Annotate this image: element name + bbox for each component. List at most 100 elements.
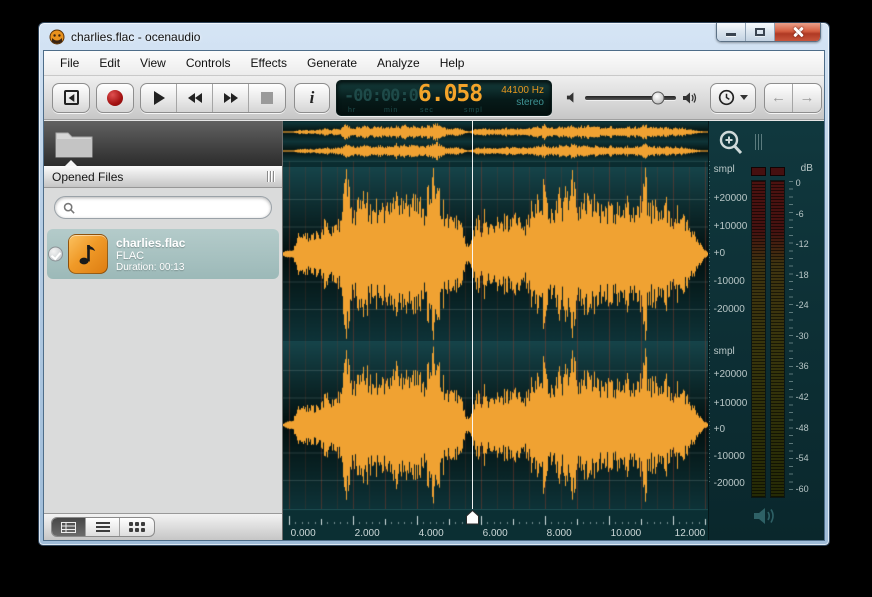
app-client-area: File Edit View Controls Effects Generate…	[43, 50, 825, 541]
nav-forward-button[interactable]: →	[793, 84, 821, 112]
view-list-button[interactable]	[86, 518, 120, 536]
scale-tick-line	[709, 161, 710, 485]
menu-file[interactable]: File	[50, 52, 89, 74]
db-value: -36	[796, 361, 809, 371]
search-row	[44, 188, 282, 225]
time-tick-label: 10.000	[611, 528, 642, 539]
play-icon	[154, 91, 165, 105]
view-details-button[interactable]	[52, 518, 86, 536]
play-button[interactable]	[141, 84, 177, 112]
scale-value: +20000	[714, 369, 748, 380]
scale-value: +0	[714, 424, 725, 435]
zoom-in-icon[interactable]	[717, 129, 745, 157]
menu-help[interactable]: Help	[430, 52, 475, 74]
window-title: charlies.flac - ocenaudio	[71, 30, 200, 44]
time-display: -00:00:0 6.058 44100 Hz stereo hr min se…	[336, 80, 552, 116]
menu-generate[interactable]: Generate	[297, 52, 367, 74]
scale-value: +20000	[714, 193, 748, 204]
grid-view-icon	[129, 522, 145, 532]
time-value: 6.058	[418, 84, 482, 105]
waveform-area: 0.000 2.000 4.000 6.000 8.000 10.000 12.…	[283, 121, 708, 540]
info-icon: i	[310, 88, 315, 108]
menu-analyze[interactable]: Analyze	[367, 52, 430, 74]
time-format-dropdown[interactable]	[710, 83, 756, 113]
maximize-icon	[755, 28, 765, 36]
record-button[interactable]	[96, 83, 134, 113]
history-nav-group: ← →	[764, 83, 822, 113]
scale-meter-panel: smpl +20000 +10000 +0 -10000 -20000 smpl…	[708, 121, 824, 540]
time-dim-digits: -00:00:0	[344, 86, 418, 106]
panel-grip-icon[interactable]	[267, 171, 274, 182]
time-tick-label: 6.000	[483, 528, 508, 539]
scale-value: -20000	[714, 478, 745, 489]
sidebar-header	[44, 121, 282, 166]
go-to-start-icon	[64, 90, 79, 105]
file-list-item[interactable]: charlies.flac FLAC Duration: 00:13	[47, 229, 279, 279]
maximize-button[interactable]	[746, 23, 775, 41]
record-icon	[107, 90, 123, 106]
volume-high-icon	[682, 91, 698, 105]
file-duration: Duration: 00:13	[116, 262, 185, 273]
db-value: -48	[796, 423, 809, 433]
waveform-channel-right[interactable]	[283, 341, 708, 509]
time-tick-label: 8.000	[547, 528, 572, 539]
db-value: -60	[796, 484, 809, 494]
playhead-marker[interactable]	[466, 510, 479, 525]
level-meter-peak-left	[751, 167, 766, 176]
waveform-channel-left[interactable]	[283, 167, 708, 341]
scale-value: -20000	[714, 304, 745, 315]
channel-mode: stereo	[516, 97, 544, 108]
volume-slider-knob[interactable]	[651, 91, 664, 104]
menu-view[interactable]: View	[130, 52, 176, 74]
scale-value: +10000	[714, 398, 748, 409]
folder-icon	[54, 127, 94, 159]
file-name: charlies.flac	[116, 236, 185, 250]
search-icon	[63, 202, 75, 214]
sample-rate: 44100 Hz	[501, 85, 544, 96]
sidebar-footer	[44, 513, 282, 540]
playhead-cursor[interactable]	[472, 121, 473, 509]
minimize-button[interactable]	[717, 23, 746, 41]
panel-title: Opened Files	[52, 170, 123, 184]
titlebar[interactable]: charlies.flac - ocenaudio	[39, 23, 829, 50]
search-box[interactable]	[54, 196, 272, 219]
panel-pointer	[65, 160, 77, 166]
db-value: -30	[796, 331, 809, 341]
fast-forward-icon	[224, 93, 231, 103]
panel-splitter-grip[interactable]	[755, 134, 762, 150]
db-value: -54	[796, 453, 809, 463]
file-meta: charlies.flac FLAC Duration: 00:13	[116, 236, 185, 273]
stop-icon	[261, 92, 273, 104]
volume-slider-track[interactable]	[585, 96, 676, 100]
db-value: -18	[796, 270, 809, 280]
time-tick-label: 4.000	[419, 528, 444, 539]
rewind-icon	[188, 93, 195, 103]
menu-edit[interactable]: Edit	[89, 52, 130, 74]
db-unit-label: dB	[801, 163, 813, 174]
rewind-button[interactable]	[177, 84, 213, 112]
nav-back-button[interactable]: ←	[765, 84, 793, 112]
menu-effects[interactable]: Effects	[241, 52, 297, 74]
info-button[interactable]: i	[294, 83, 330, 113]
scale-value: -10000	[714, 276, 745, 287]
close-button[interactable]	[775, 23, 820, 41]
toolbar: i -00:00:0 6.058 44100 Hz stereo hr min …	[44, 76, 824, 120]
details-view-icon	[61, 522, 76, 533]
scale-value: -10000	[714, 451, 745, 462]
menu-controls[interactable]: Controls	[176, 52, 241, 74]
meter-speaker-icon[interactable]	[753, 506, 777, 526]
search-input[interactable]	[80, 202, 263, 214]
level-meter-left	[751, 180, 766, 498]
opened-files-bar[interactable]: Opened Files	[44, 166, 282, 188]
fast-forward-button[interactable]	[213, 84, 249, 112]
main-content: Opened Files	[44, 121, 824, 540]
view-grid-button[interactable]	[120, 518, 154, 536]
stop-button[interactable]	[249, 84, 285, 112]
go-to-start-button[interactable]	[52, 83, 90, 113]
minimize-icon	[726, 33, 736, 36]
app-icon	[49, 29, 65, 45]
level-meter-right	[770, 180, 785, 498]
level-meter-peak-right	[770, 167, 785, 176]
timeline-ruler[interactable]: 0.000 2.000 4.000 6.000 8.000 10.000 12.…	[283, 509, 708, 541]
waveform-overview[interactable]	[283, 121, 708, 167]
